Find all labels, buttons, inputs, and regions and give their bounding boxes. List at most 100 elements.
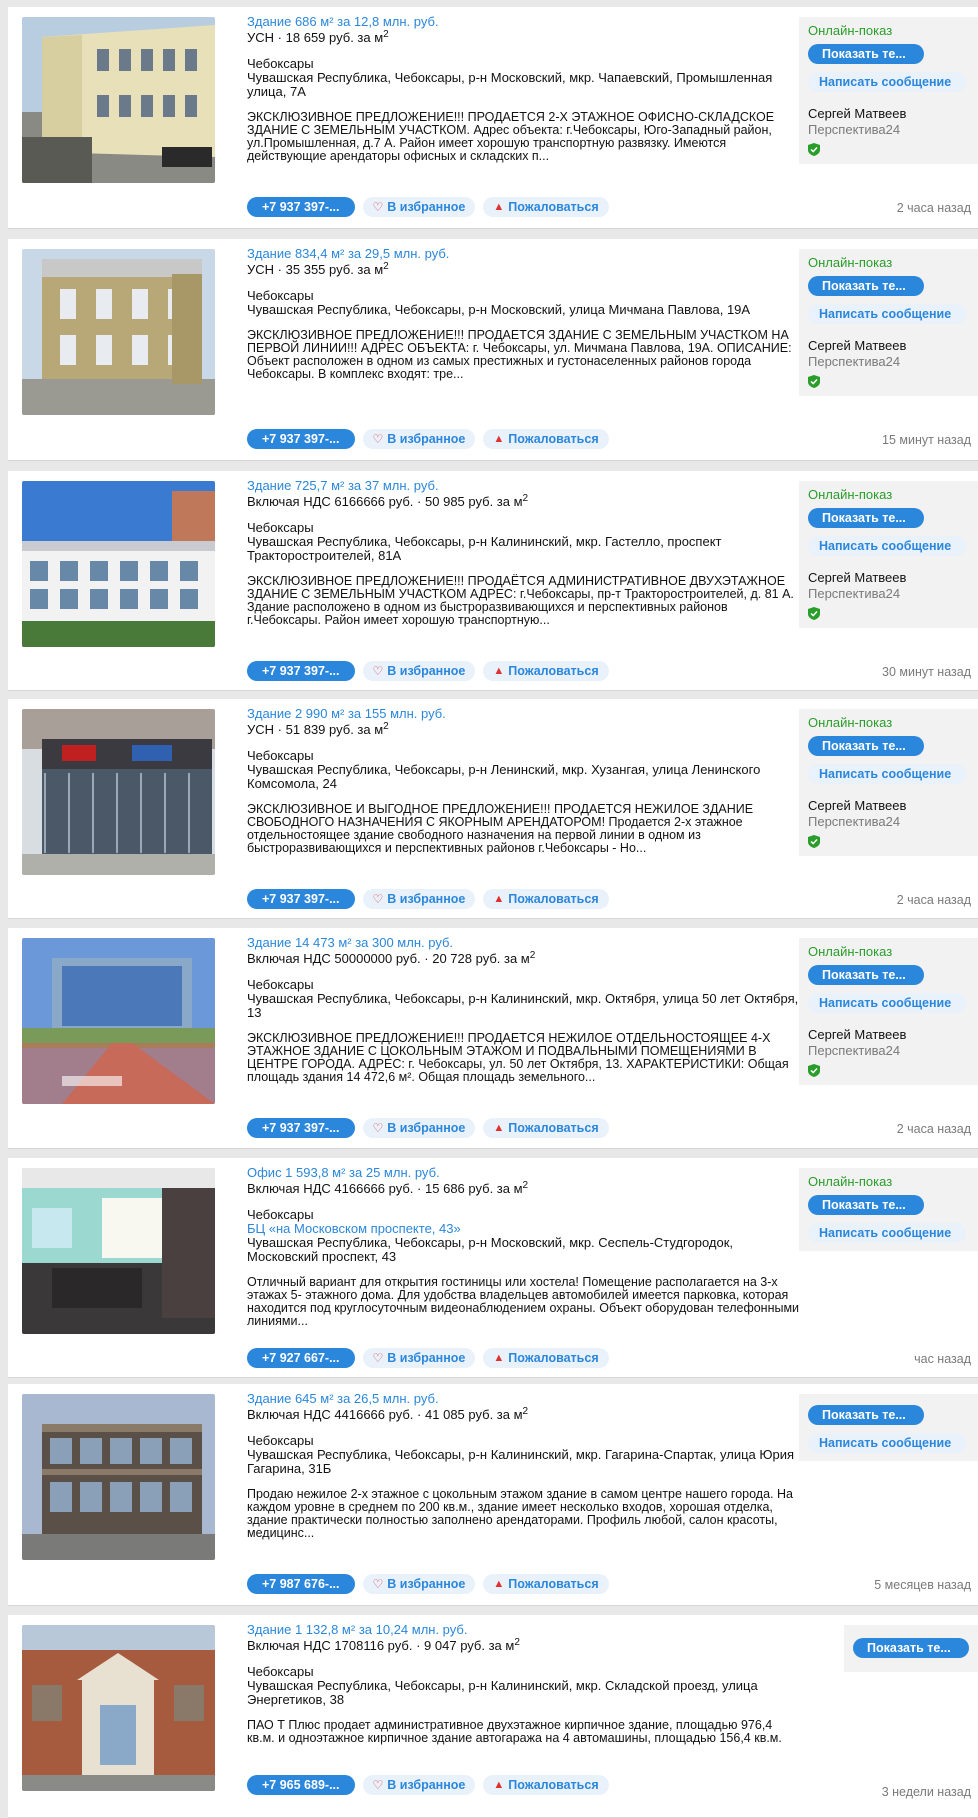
agency-name[interactable]: Перспектива24 <box>808 122 969 138</box>
price-prefix: Включая НДС 1708116 руб. <box>247 1638 413 1653</box>
favorite-button[interactable]: ♡ В избранное <box>362 1574 476 1594</box>
write-message-button[interactable]: Написать сообщение <box>808 1433 966 1453</box>
agency-name[interactable]: Перспектива24 <box>808 354 969 370</box>
favorite-label: В избранное <box>387 1778 466 1792</box>
phone-button[interactable]: +7 937 397-... <box>247 889 355 909</box>
listing-description: ЭКСКЛЮЗИВНОЕ ПРЕДЛОЖЕНИЕ!!! ПРОДАЕТСЯ НЕ… <box>247 1031 789 1084</box>
complain-button[interactable]: ▲ Пожаловаться <box>483 661 609 681</box>
phone-button[interactable]: +7 937 397-... <box>247 429 355 449</box>
price-prefix: Включая НДС 50000000 руб. <box>247 951 421 966</box>
complain-button[interactable]: ▲ Пожаловаться <box>483 889 609 909</box>
complain-label: Пожаловаться <box>508 1778 599 1792</box>
listing-photo[interactable] <box>22 481 215 647</box>
square-superscript: 2 <box>522 1180 529 1191</box>
favorite-label: В избранное <box>387 200 466 214</box>
complain-button[interactable]: ▲ Пожаловаться <box>483 1348 609 1368</box>
listing-time: 15 минут назад <box>882 433 971 447</box>
complain-button[interactable]: ▲ Пожаловаться <box>483 1574 609 1594</box>
write-message-button[interactable]: Написать сообщение <box>808 536 966 556</box>
listing-photo[interactable] <box>22 249 215 415</box>
phone-button[interactable]: +7 937 397-... <box>247 197 355 217</box>
listing-city: Чебоксары <box>247 1433 314 1448</box>
listing-card: Здание 2 990 м² за 155 млн. руб. УСН · 5… <box>8 699 978 919</box>
listing-title-link[interactable]: Здание 686 м² за 12,8 млн. руб. <box>247 15 801 29</box>
square-superscript: 2 <box>383 29 389 40</box>
show-phone-button[interactable]: Показать те... <box>808 965 924 985</box>
complain-button[interactable]: ▲ Пожаловаться <box>483 1775 609 1795</box>
online-tour-label: Онлайн-показ <box>808 944 893 959</box>
favorite-button[interactable]: ♡ В избранное <box>362 1775 476 1795</box>
complain-button[interactable]: ▲ Пожаловаться <box>483 197 609 217</box>
listing-photo[interactable] <box>22 17 215 183</box>
price-prefix: Включая НДС 6166666 руб. <box>247 494 414 509</box>
listing-address: Чувашская Республика, Чебоксары, р-н Лен… <box>247 762 761 791</box>
phone-button[interactable]: +7 937 397-... <box>247 661 355 681</box>
write-message-button[interactable]: Написать сообщение <box>808 764 966 784</box>
heart-icon: ♡ <box>372 664 384 678</box>
show-phone-button[interactable]: Показать те... <box>808 1195 924 1215</box>
favorite-button[interactable]: ♡ В избранное <box>362 1348 476 1368</box>
contact-panel: Онлайн-показ Показать те... Написать сообщ… <box>799 249 978 396</box>
listing-actions: +7 937 397-... ♡ В избранное ▲ Пожаловатьс… <box>247 429 609 449</box>
favorite-button[interactable]: ♡ В избранное <box>362 889 476 909</box>
listing-photo[interactable] <box>22 709 215 875</box>
show-phone-button[interactable]: Показать те... <box>853 1638 969 1658</box>
listing-title-link[interactable]: Здание 834,4 м² за 29,5 млн. руб. <box>247 247 801 261</box>
listing-actions: +7 937 397-... ♡ В избранное ▲ Пожаловатьс… <box>247 1118 609 1138</box>
contact-panel: Онлайн-показ Показать те... Написать сообщ… <box>799 709 978 856</box>
agent-name[interactable]: Сергей Матвеев <box>808 570 969 586</box>
phone-button[interactable]: +7 927 667-... <box>247 1348 355 1368</box>
dot-separator: · <box>424 951 429 966</box>
favorite-button[interactable]: ♡ В избранное <box>362 661 476 681</box>
business-center-link[interactable]: БЦ «на Московском проспекте, 43» <box>247 1222 801 1236</box>
verified-shield-icon <box>808 375 969 388</box>
price-line: УСН · 35 355 руб. за м2 <box>247 262 801 277</box>
listing-photo[interactable] <box>22 1168 215 1334</box>
show-phone-button[interactable]: Показать те... <box>808 1405 924 1425</box>
favorite-button[interactable]: ♡ В избранное <box>362 429 476 449</box>
show-phone-button[interactable]: Показать те... <box>808 508 924 528</box>
phone-button[interactable]: +7 987 676-... <box>247 1574 355 1594</box>
price-line: Включая НДС 4166666 руб. · 15 686 руб. з… <box>247 1180 801 1196</box>
write-message-button[interactable]: Написать сообщение <box>808 993 966 1013</box>
write-message-button[interactable]: Написать сообщение <box>808 1223 966 1243</box>
listings-feed: Здание 686 м² за 12,8 млн. руб. УСН · 18… <box>0 0 978 1818</box>
listing-title-link[interactable]: Офис 1 593,8 м² за 25 млн. руб. <box>247 1166 801 1180</box>
complain-button[interactable]: ▲ Пожаловаться <box>483 429 609 449</box>
write-message-button[interactable]: Написать сообщение <box>808 72 966 92</box>
price-prefix: УСН <box>247 30 275 45</box>
agent-name[interactable]: Сергей Матвеев <box>808 1027 969 1043</box>
price-prefix: УСН <box>247 262 275 277</box>
listing-title-link[interactable]: Здание 2 990 м² за 155 млн. руб. <box>247 707 801 721</box>
listing-city: Чебоксары <box>247 288 314 303</box>
price-line: Включая НДС 1708116 руб. · 9 047 руб. за… <box>247 1638 801 1653</box>
show-phone-button[interactable]: Показать те... <box>808 44 924 64</box>
agent-name[interactable]: Сергей Матвеев <box>808 338 969 354</box>
listing-card: Здание 645 м² за 26,5 млн. руб. Включая … <box>8 1384 978 1606</box>
listing-photo[interactable] <box>22 1394 215 1560</box>
price-per-m2: 50 985 руб. за м <box>425 494 523 509</box>
heart-icon: ♡ <box>372 432 384 446</box>
show-phone-button[interactable]: Показать те... <box>808 736 924 756</box>
write-message-button[interactable]: Написать сообщение <box>808 304 966 324</box>
listing-title-link[interactable]: Здание 1 132,8 м² за 10,24 млн. руб. <box>247 1623 801 1637</box>
show-phone-button[interactable]: Показать те... <box>808 276 924 296</box>
favorite-button[interactable]: ♡ В избранное <box>362 197 476 217</box>
warning-icon: ▲ <box>493 665 505 677</box>
listing-info: Здание 725,7 м² за 37 млн. руб. Включая … <box>247 479 801 627</box>
agency-name[interactable]: Перспектива24 <box>808 1043 969 1059</box>
phone-button[interactable]: +7 965 689-... <box>247 1775 355 1795</box>
listing-title-link[interactable]: Здание 725,7 м² за 37 млн. руб. <box>247 479 801 493</box>
agent-name[interactable]: Сергей Матвеев <box>808 798 969 814</box>
listing-title-link[interactable]: Здание 645 м² за 26,5 млн. руб. <box>247 1392 801 1406</box>
listing-actions: +7 937 397-... ♡ В избранное ▲ Пожаловатьс… <box>247 889 609 909</box>
agency-name[interactable]: Перспектива24 <box>808 814 969 830</box>
agent-name[interactable]: Сергей Матвеев <box>808 106 969 122</box>
favorite-button[interactable]: ♡ В избранное <box>362 1118 476 1138</box>
listing-title-link[interactable]: Здание 14 473 м² за 300 млн. руб. <box>247 936 801 950</box>
phone-button[interactable]: +7 937 397-... <box>247 1118 355 1138</box>
listing-photo[interactable] <box>22 1625 215 1791</box>
complain-button[interactable]: ▲ Пожаловаться <box>483 1118 609 1138</box>
agency-name[interactable]: Перспектива24 <box>808 586 969 602</box>
listing-photo[interactable] <box>22 938 215 1104</box>
